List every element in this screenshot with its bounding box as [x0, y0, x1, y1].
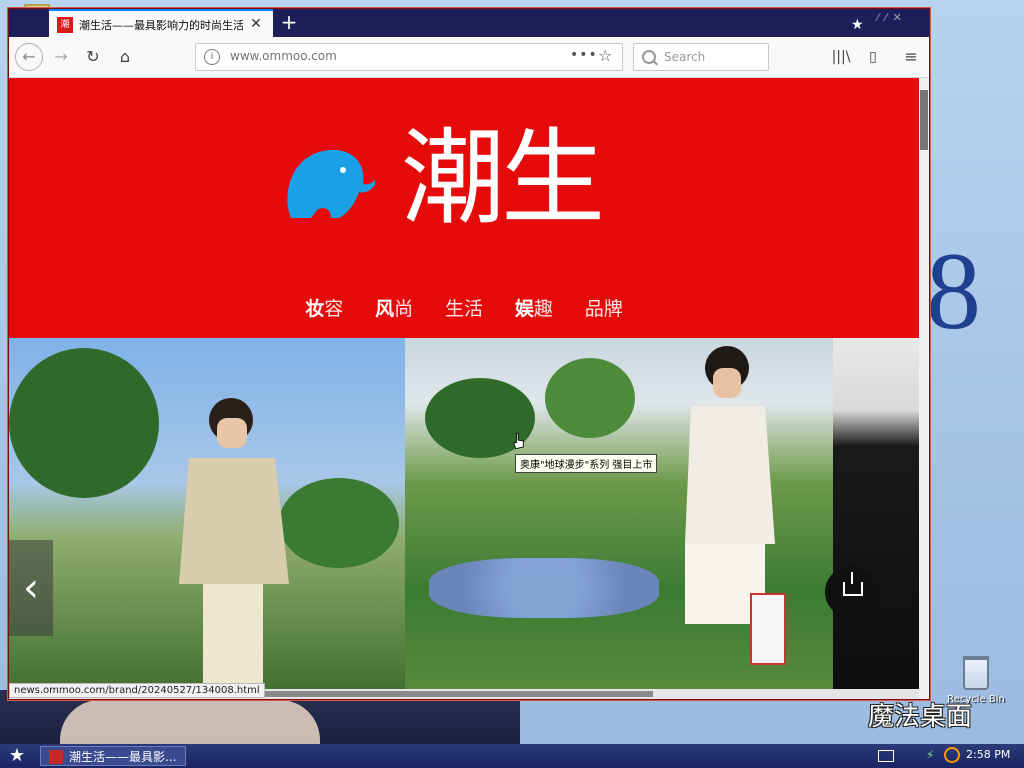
- library-icon[interactable]: |||\: [829, 45, 853, 69]
- nav-item-label: 生活: [445, 298, 484, 320]
- search-field[interactable]: Search: [633, 43, 769, 71]
- nav-item-label-bold: 风: [375, 298, 395, 320]
- nav-item-fashion[interactable]: 风尚: [375, 294, 413, 321]
- hero-carousel[interactable]: ‹: [9, 338, 919, 699]
- start-icon[interactable]: ★: [6, 746, 28, 766]
- share-button[interactable]: [825, 566, 877, 618]
- horizontal-scroll-thumb[interactable]: [249, 691, 653, 697]
- nav-item-label: 容: [324, 298, 344, 320]
- desktop-brand-sign: 魔法桌面: [868, 702, 973, 732]
- carousel-prev-button[interactable]: ‹: [9, 540, 53, 636]
- star-icon: ★: [851, 17, 864, 33]
- model-figure: [685, 346, 786, 665]
- hand-cursor-icon: [513, 432, 524, 450]
- model-figure: [179, 398, 289, 699]
- desktop-wallpaper-digit: 8: [926, 230, 981, 352]
- tab-active[interactable]: 潮 潮生活——最具影响力的时尚生活 ✕: [49, 9, 273, 37]
- task-favicon-icon: [49, 750, 63, 764]
- taskbar-item-label: 潮生活——最具影...: [69, 750, 177, 764]
- browser-window: 潮 潮生活——最具影响力的时尚生活 ✕ + ★ ⁄⁄✕ ← → ↻ ⌂ i ww…: [8, 8, 930, 700]
- search-placeholder[interactable]: Search: [664, 50, 705, 64]
- nav-item-life[interactable]: 生活: [445, 294, 483, 321]
- link-tooltip: 奥康"地球漫步"系列 强目上市: [515, 454, 658, 473]
- site-nav: 妆容 风尚 生活 娱趣 品牌: [9, 294, 919, 321]
- carousel-photo-right[interactable]: [833, 338, 919, 699]
- carousel-photo-left[interactable]: [9, 338, 405, 699]
- vertical-scroll-thumb[interactable]: [920, 90, 928, 150]
- nav-item-brand[interactable]: 品牌: [585, 294, 623, 321]
- site-logo-text[interactable]: 潮生: [401, 118, 605, 238]
- nav-item-entertainment[interactable]: 娱趣: [515, 294, 553, 321]
- keyboard-icon[interactable]: [878, 750, 894, 762]
- nav-item-makeup[interactable]: 妆容: [305, 294, 343, 321]
- info-icon[interactable]: i: [204, 49, 220, 65]
- search-icon: [642, 50, 656, 64]
- tab-bar: 潮 潮生活——最具影响力的时尚生活 ✕ + ★ ⁄⁄✕: [9, 9, 929, 37]
- recycle-bin-icon: [963, 656, 989, 690]
- tray-search-icon[interactable]: [944, 747, 960, 763]
- reload-icon: ↻: [86, 47, 100, 66]
- page-content: 潮生 妆容 风尚 生活 娱趣 品牌 ‹ 奥康"地球漫步"系列 强目上市: [9, 78, 919, 699]
- clock[interactable]: 2:58 PM: [966, 748, 1010, 761]
- network-icon[interactable]: ⚡: [926, 748, 938, 762]
- site-header: 潮生 妆容 风尚 生活 娱趣 品牌: [9, 78, 919, 338]
- nav-item-label-bold: 娱: [514, 298, 534, 320]
- back-button[interactable]: ←: [15, 43, 43, 71]
- sidebar-icon[interactable]: ▯: [861, 45, 885, 69]
- url-bar[interactable]: i www.ommoo.com ••• ☆: [195, 43, 623, 71]
- new-tab-button[interactable]: +: [277, 11, 301, 35]
- tab-close-icon[interactable]: ✕: [247, 15, 265, 33]
- taskbar: ★ 潮生活——最具影... ⚡ 2:58 PM: [0, 744, 1024, 768]
- reload-button[interactable]: ↻: [81, 45, 105, 69]
- nav-item-label-bold: 妆: [305, 298, 325, 320]
- tab-favicon-icon: 潮: [57, 17, 73, 33]
- home-icon: ⌂: [119, 47, 131, 66]
- window-controls[interactable]: ⁄⁄✕: [877, 11, 908, 24]
- vertical-scrollbar[interactable]: [919, 78, 929, 699]
- taskbar-item-browser[interactable]: 潮生活——最具影...: [40, 746, 186, 766]
- page-actions-button[interactable]: •••: [570, 47, 598, 63]
- bookmark-star-icon[interactable]: ☆: [598, 46, 612, 65]
- nav-item-label: 趣: [533, 298, 553, 320]
- home-button[interactable]: ⌂: [113, 45, 137, 69]
- nav-item-label: 品牌: [584, 298, 623, 320]
- nav-item-label: 尚: [394, 298, 414, 320]
- url-text[interactable]: www.ommoo.com: [230, 49, 337, 63]
- tree-shape: [9, 348, 159, 498]
- tree-shape: [545, 358, 635, 438]
- tab-title: 潮生活——最具影响力的时尚生活: [79, 19, 243, 32]
- wallpaper-figure-hand: [60, 700, 320, 744]
- menu-icon[interactable]: ≡: [899, 45, 923, 69]
- forward-icon: →: [54, 47, 68, 66]
- recycle-bin[interactable]: Recycle Bin: [947, 656, 1005, 705]
- share-icon: [843, 572, 863, 596]
- flowers-shape: [429, 558, 659, 618]
- nav-toolbar: ← → ↻ ⌂ i www.ommoo.com ••• ☆ Search |||…: [9, 37, 929, 78]
- carousel-photo-center[interactable]: [405, 338, 833, 699]
- status-bar-url: news.ommoo.com/brand/20240527/134008.htm…: [9, 683, 265, 698]
- back-icon: ←: [22, 47, 36, 66]
- forward-button[interactable]: →: [49, 45, 73, 69]
- elephant-logo-icon[interactable]: [283, 140, 375, 220]
